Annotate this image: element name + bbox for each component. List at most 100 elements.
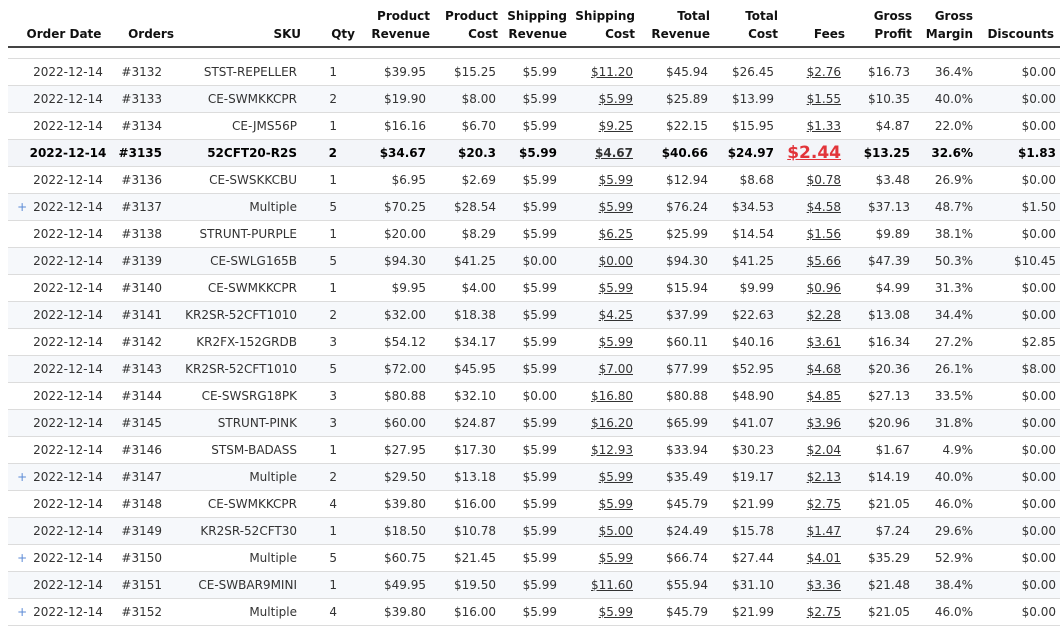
fees-link[interactable]: $2.76: [807, 65, 841, 79]
fees-link[interactable]: $2.75: [807, 605, 841, 619]
shipping-cost-link[interactable]: $6.25: [599, 227, 633, 241]
shipping-cost-link[interactable]: $11.20: [591, 65, 633, 79]
cell-shipping-cost[interactable]: $5.99: [567, 85, 635, 113]
shipping-cost-link[interactable]: $4.25: [599, 308, 633, 322]
cell-shipping-cost[interactable]: $4.25: [567, 301, 635, 329]
table-row[interactable]: 2022-12-14 #3144 CE-SWSRG18PK 3 $80.88 $32.10…: [8, 382, 1060, 410]
cell-fees[interactable]: $4.01: [778, 544, 845, 572]
cell-shipping-cost[interactable]: $5.00: [567, 517, 635, 545]
shipping-cost-link[interactable]: $5.99: [599, 497, 633, 511]
cell-fees[interactable]: $2.75: [778, 598, 845, 626]
fees-link[interactable]: $4.01: [807, 551, 841, 565]
table-row[interactable]: 2022-12-14 #3143 KR2SR-52CFT1010 5 $72.00 $45…: [8, 355, 1060, 383]
table-row[interactable]: 2022-12-14 #3135 52CFT20-R2S 2 $34.67 $20.3 $5…: [8, 139, 1060, 167]
cell-fees[interactable]: $0.96: [778, 274, 845, 302]
cell-shipping-cost[interactable]: $6.25: [567, 220, 635, 248]
cell-shipping-cost[interactable]: $9.25: [567, 112, 635, 140]
cell-shipping-cost[interactable]: $11.60: [567, 571, 635, 599]
column-header-fees[interactable]: Fees: [778, 0, 845, 48]
shipping-cost-link[interactable]: $5.99: [599, 470, 633, 484]
cell-shipping-cost[interactable]: $16.20: [567, 409, 635, 437]
table-row[interactable]: 2022-12-14 #3134 CE-JMS56P 1 $16.16 $6.70 $5.9…: [8, 112, 1060, 140]
cell-fees[interactable]: $0.78: [778, 166, 845, 194]
fees-link[interactable]: $2.04: [807, 443, 841, 457]
shipping-cost-link[interactable]: $5.99: [599, 551, 633, 565]
cell-fees[interactable]: $3.61: [778, 328, 845, 356]
cell-order-date[interactable]: +2022-12-14: [8, 463, 108, 491]
table-row[interactable]: 2022-12-14 #3149 KR2SR-52CFT30 1 $18.50 $10.7…: [8, 517, 1060, 545]
fees-link[interactable]: $2.75: [807, 497, 841, 511]
column-header-discounts[interactable]: Discounts: [973, 0, 1060, 48]
table-row[interactable]: 2022-12-14 #3133 CE-SWMKKCPR 2 $19.90 $8.00 $5…: [8, 85, 1060, 113]
fees-link[interactable]: $2.28: [807, 308, 841, 322]
cell-shipping-cost[interactable]: $12.93: [567, 436, 635, 464]
fees-link[interactable]: $2.13: [807, 470, 841, 484]
cell-fees[interactable]: $5.66: [778, 247, 845, 275]
cell-shipping-cost[interactable]: $16.80: [567, 382, 635, 410]
table-row[interactable]: 2022-12-14 #3148 CE-SWMKKCPR 4 $39.80 $16.00 $…: [8, 490, 1060, 518]
cell-shipping-cost[interactable]: $5.99: [567, 490, 635, 518]
cell-fees[interactable]: $2.04: [778, 436, 845, 464]
table-row[interactable]: 2022-12-14 #3141 KR2SR-52CFT1010 2 $32.00 $18…: [8, 301, 1060, 329]
cell-order-date[interactable]: +2022-12-14: [8, 193, 108, 221]
expand-icon[interactable]: +: [17, 551, 33, 565]
table-row[interactable]: 2022-12-14 #3139 CE-SWLG165B 5 $94.30 $41.25 $…: [8, 247, 1060, 275]
table-row[interactable]: +2022-12-14 #3150 Multiple 5 $60.75 $21.45 $5.…: [8, 544, 1060, 572]
table-row[interactable]: 2022-12-14 #3132 STST-REPELLER 1 $39.95 $15.2…: [8, 58, 1060, 86]
cell-shipping-cost[interactable]: $5.99: [567, 193, 635, 221]
column-header-order-date[interactable]: Order Date: [8, 0, 108, 48]
fees-link[interactable]: $4.58: [807, 200, 841, 214]
cell-shipping-cost[interactable]: $5.99: [567, 274, 635, 302]
cell-shipping-cost[interactable]: $5.99: [567, 463, 635, 491]
table-row[interactable]: 2022-12-14 #3138 STRUNT-PURPLE 1 $20.00 $8.29…: [8, 220, 1060, 248]
table-row[interactable]: 2022-12-14 #3136 CE-SWSKKCBU 1 $6.95 $2.69 $5.…: [8, 166, 1060, 194]
shipping-cost-link[interactable]: $9.25: [599, 119, 633, 133]
fees-link[interactable]: $3.96: [807, 416, 841, 430]
cell-order-date[interactable]: +2022-12-14: [8, 598, 108, 626]
shipping-cost-link[interactable]: $5.99: [599, 173, 633, 187]
shipping-cost-link[interactable]: $12.93: [591, 443, 633, 457]
shipping-cost-link[interactable]: $5.00: [599, 524, 633, 538]
shipping-cost-link[interactable]: $0.00: [599, 254, 633, 268]
fees-link[interactable]: $3.36: [807, 578, 841, 592]
cell-order-date[interactable]: +2022-12-14: [8, 544, 108, 572]
shipping-cost-link[interactable]: $5.99: [599, 281, 633, 295]
column-header-gross-margin[interactable]: Gross Margin: [912, 0, 973, 48]
table-row[interactable]: 2022-12-14 #3145 STRUNT-PINK 3 $60.00 $24.87 $…: [8, 409, 1060, 437]
column-header-shipping-cost[interactable]: Shipping Cost: [567, 0, 635, 48]
expand-icon[interactable]: +: [17, 605, 33, 619]
column-header-total-revenue[interactable]: Total Revenue: [635, 0, 710, 48]
cell-shipping-cost[interactable]: $7.00: [567, 355, 635, 383]
shipping-cost-link[interactable]: $7.00: [599, 362, 633, 376]
cell-shipping-cost[interactable]: $5.99: [567, 598, 635, 626]
cell-fees[interactable]: $1.56: [778, 220, 845, 248]
cell-shipping-cost[interactable]: $5.99: [567, 328, 635, 356]
column-header-shipping-revenue[interactable]: Shipping Revenue: [498, 0, 567, 48]
cell-fees[interactable]: $1.33: [778, 112, 845, 140]
cell-fees[interactable]: $1.47: [778, 517, 845, 545]
cell-shipping-cost[interactable]: $5.99: [567, 544, 635, 572]
table-row[interactable]: 2022-12-14 #3151 CE-SWBAR9MINI 1 $49.95 $19.5…: [8, 571, 1060, 599]
column-header-sku[interactable]: SKU: [174, 0, 301, 48]
shipping-cost-link[interactable]: $11.60: [591, 578, 633, 592]
cell-fees[interactable]: $4.58: [778, 193, 845, 221]
fees-link[interactable]: $5.66: [807, 254, 841, 268]
fees-link[interactable]: $0.96: [807, 281, 841, 295]
shipping-cost-link[interactable]: $16.20: [591, 416, 633, 430]
table-row[interactable]: 2022-12-14 #3140 CE-SWMKKCPR 1 $9.95 $4.00 $5.…: [8, 274, 1060, 302]
cell-shipping-cost[interactable]: $11.20: [567, 58, 635, 86]
column-header-product-revenue[interactable]: Product Revenue: [355, 0, 430, 48]
cell-shipping-cost[interactable]: $5.99: [567, 166, 635, 194]
table-row[interactable]: +2022-12-14 #3137 Multiple 5 $70.25 $28.54 $5.…: [8, 193, 1060, 221]
fees-link[interactable]: $4.68: [807, 362, 841, 376]
cell-fees[interactable]: $2.76: [778, 58, 845, 86]
fees-link[interactable]: $1.33: [807, 119, 841, 133]
cell-fees[interactable]: $1.55: [778, 85, 845, 113]
cell-fees[interactable]: $4.68: [778, 355, 845, 383]
column-header-product-cost[interactable]: Product Cost: [430, 0, 498, 48]
cell-fees[interactable]: $2.13: [778, 463, 845, 491]
table-row[interactable]: +2022-12-14 #3152 Multiple 4 $39.80 $16.00 $5.…: [8, 598, 1060, 626]
column-header-qty[interactable]: Qty: [301, 0, 355, 48]
fees-link[interactable]: $3.61: [807, 335, 841, 349]
column-header-orders[interactable]: Orders: [108, 0, 174, 48]
